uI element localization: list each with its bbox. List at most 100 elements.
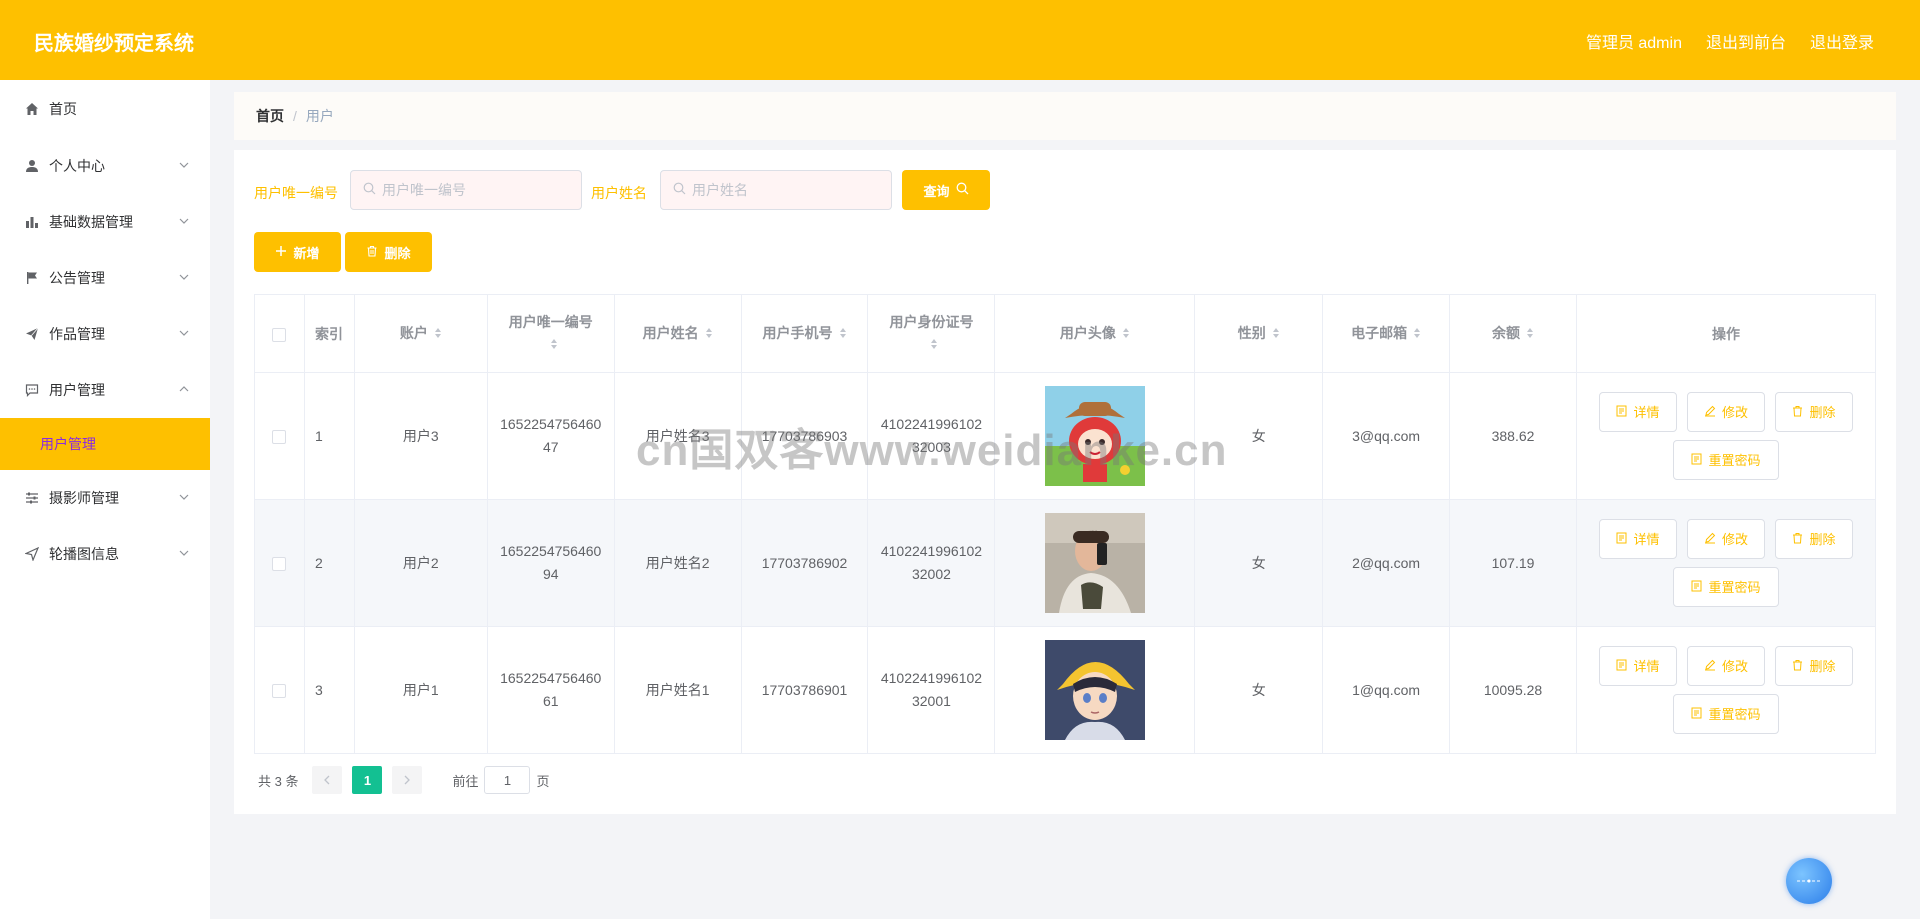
user-icon bbox=[24, 158, 40, 174]
sidebar-item-carousel[interactable]: 轮播图信息 bbox=[0, 526, 210, 582]
uid-search-label: 用户唯一编号 bbox=[254, 185, 338, 201]
sort-icon[interactable] bbox=[930, 334, 938, 356]
sort-icon[interactable] bbox=[1413, 323, 1421, 345]
user-table: 索引 账户 用户唯一编号 用户姓名 用户手机号 用户身份证号 用户头像 性别 电… bbox=[254, 294, 1877, 754]
header-phone[interactable]: 用户手机号 bbox=[740, 294, 869, 373]
home-icon bbox=[24, 101, 40, 117]
breadcrumb: 首页 / 用户 bbox=[234, 92, 1896, 140]
sidebar-item-notice[interactable]: 公告管理 bbox=[0, 250, 210, 306]
reset-password-button[interactable]: 重置密码 bbox=[1672, 440, 1779, 480]
header-balance[interactable]: 余额 bbox=[1449, 294, 1577, 373]
name-search-field[interactable] bbox=[660, 170, 892, 210]
sliders-icon bbox=[24, 490, 40, 506]
sort-icon[interactable] bbox=[705, 323, 713, 345]
table-row: 2 用户2 1652254756460 94 用户姓名2 17703786902 … bbox=[254, 499, 1877, 627]
select-all-checkbox[interactable] bbox=[272, 327, 287, 342]
query-button[interactable]: 查询 bbox=[902, 170, 990, 210]
row-checkbox[interactable] bbox=[272, 683, 287, 698]
header-name[interactable]: 用户姓名 bbox=[613, 294, 742, 373]
app-title: 民族婚纱预定系统 bbox=[34, 33, 194, 55]
table-header-row: 索引 账户 用户唯一编号 用户姓名 用户手机号 用户身份证号 用户头像 性别 电… bbox=[254, 294, 1877, 373]
sidebar-item-photographers[interactable]: 摄影师管理 bbox=[0, 470, 210, 526]
chevron-down-icon bbox=[178, 490, 190, 506]
sort-icon[interactable] bbox=[1526, 323, 1534, 345]
batch-delete-button[interactable]: 删除 bbox=[345, 232, 432, 272]
delete-button[interactable]: 删除 bbox=[1774, 392, 1853, 432]
sidebar-item-home[interactable]: 首页 bbox=[0, 80, 210, 138]
avatar[interactable] bbox=[1044, 640, 1145, 740]
chevron-down-icon bbox=[178, 326, 190, 342]
cell-phone: 17703786903 bbox=[740, 372, 869, 500]
admin-label[interactable]: 管理员 admin bbox=[1586, 29, 1682, 53]
cell-gender: 女 bbox=[1194, 499, 1324, 627]
reset-password-button[interactable]: 重置密码 bbox=[1672, 567, 1779, 607]
sort-icon[interactable] bbox=[550, 334, 558, 356]
avatar[interactable] bbox=[1044, 513, 1145, 613]
sidebar-item-base-data[interactable]: 基础数据管理 bbox=[0, 194, 210, 250]
avatar[interactable] bbox=[1044, 386, 1145, 486]
cell-index: 3 bbox=[303, 626, 355, 754]
add-button-label: 新增 bbox=[293, 245, 320, 261]
trash-icon bbox=[1792, 401, 1803, 424]
edit-button[interactable]: 修改 bbox=[1686, 646, 1765, 686]
header-email[interactable]: 电子邮箱 bbox=[1322, 294, 1451, 373]
logout-link[interactable]: 退出登录 bbox=[1810, 29, 1874, 53]
sidebar-item-personal[interactable]: 个人中心 bbox=[0, 138, 210, 194]
prev-page-button[interactable] bbox=[312, 766, 343, 794]
breadcrumb-home[interactable]: 首页 bbox=[256, 106, 284, 126]
header-ops: 操作 bbox=[1575, 294, 1877, 373]
cell-name: 用户姓名2 bbox=[613, 499, 742, 627]
delete-button[interactable]: 删除 bbox=[1774, 646, 1853, 686]
exit-to-front-link[interactable]: 退出到前台 bbox=[1706, 29, 1786, 53]
row-checkbox[interactable] bbox=[272, 429, 287, 444]
chevron-down-icon bbox=[178, 270, 190, 286]
floating-assistant-button[interactable] bbox=[1786, 858, 1832, 904]
cell-ops: 详情 修改 删除 重置密码 bbox=[1575, 499, 1877, 627]
cell-idcard: 4102241996102 32001 bbox=[867, 626, 996, 754]
header-uid[interactable]: 用户唯一编号 bbox=[486, 294, 615, 373]
detail-button[interactable]: 详情 bbox=[1598, 646, 1677, 686]
uid-search-field[interactable] bbox=[350, 170, 582, 210]
row-checkbox[interactable] bbox=[272, 556, 287, 571]
name-search-input[interactable] bbox=[692, 182, 882, 198]
chevron-down-icon bbox=[178, 546, 190, 562]
breadcrumb-separator: / bbox=[293, 108, 297, 124]
header-gender[interactable]: 性别 bbox=[1194, 294, 1324, 373]
uid-search-input[interactable] bbox=[382, 182, 572, 198]
sidebar-item-users[interactable]: 用户管理 bbox=[0, 362, 210, 418]
sidebar-item-label: 用户管理 bbox=[49, 382, 105, 398]
goto-page-input[interactable] bbox=[484, 766, 531, 794]
pagination: 共 3 条 1 前往 页 bbox=[258, 766, 550, 794]
edit-icon bbox=[1704, 655, 1716, 678]
cell-balance: 107.19 bbox=[1449, 499, 1577, 627]
header-idcard[interactable]: 用户身份证号 bbox=[867, 294, 996, 373]
sidebar-subitem-user-management[interactable]: 用户管理 bbox=[0, 418, 210, 470]
cell-index: 2 bbox=[303, 499, 355, 627]
search-icon bbox=[956, 182, 969, 198]
sort-icon[interactable] bbox=[1122, 323, 1130, 345]
sidebar-item-label: 基础数据管理 bbox=[49, 214, 133, 230]
edit-button[interactable]: 修改 bbox=[1686, 519, 1765, 559]
sidebar-item-label: 个人中心 bbox=[49, 158, 105, 174]
sort-icon[interactable] bbox=[1272, 323, 1280, 345]
edit-icon bbox=[1704, 528, 1716, 551]
detail-button[interactable]: 详情 bbox=[1598, 519, 1677, 559]
add-button[interactable]: 新增 bbox=[254, 232, 341, 272]
edit-button[interactable]: 修改 bbox=[1686, 392, 1765, 432]
detail-button[interactable]: 详情 bbox=[1598, 392, 1677, 432]
cell-ops: 详情 修改 删除 重置密码 bbox=[1575, 626, 1877, 754]
header-account[interactable]: 账户 bbox=[353, 294, 488, 373]
document-icon bbox=[1691, 449, 1702, 472]
reset-password-button[interactable]: 重置密码 bbox=[1672, 694, 1779, 734]
header-avatar[interactable]: 用户头像 bbox=[994, 294, 1196, 373]
sidebar-item-works[interactable]: 作品管理 bbox=[0, 306, 210, 362]
page-number-current[interactable]: 1 bbox=[352, 766, 383, 794]
cell-email: 3@qq.com bbox=[1322, 372, 1451, 500]
sort-icon[interactable] bbox=[434, 323, 442, 345]
cell-avatar bbox=[994, 499, 1196, 627]
main-panel: 用户唯一编号 用户姓名 查询 新增 删除 索引 账户 用户唯一编号 用户姓名 bbox=[234, 150, 1896, 814]
search-icon bbox=[673, 182, 686, 198]
next-page-button[interactable] bbox=[392, 766, 423, 794]
delete-button[interactable]: 删除 bbox=[1774, 519, 1853, 559]
sort-icon[interactable] bbox=[839, 323, 847, 345]
